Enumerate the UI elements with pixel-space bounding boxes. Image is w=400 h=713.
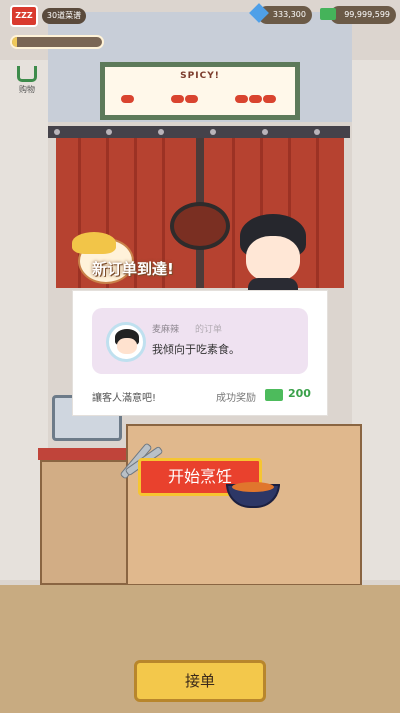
- chili-icon: [263, 95, 276, 103]
- order-request: 我倾向于吃素食。: [152, 343, 240, 356]
- chili-icon: [249, 95, 262, 103]
- order-owner-label: 的订单: [195, 325, 223, 335]
- recipe-count[interactable]: 30道菜谱: [42, 8, 86, 24]
- shop-label: 购物: [19, 85, 35, 94]
- cash-icon: [265, 389, 283, 401]
- wok-icon: [170, 202, 230, 250]
- spicy-sign: SPICY!: [100, 62, 300, 120]
- chili-icon: [171, 95, 184, 103]
- chili-icon: [235, 95, 248, 103]
- reward-label: 成功奖励: [216, 393, 256, 404]
- shop-button[interactable]: 购物: [14, 62, 40, 98]
- sign-title: SPICY!: [180, 71, 220, 81]
- chili-icon: [121, 95, 134, 103]
- satisfy-hint: 讓客人滿意吧!: [92, 393, 157, 404]
- shop-basket-icon: [17, 66, 37, 82]
- experience-bar: [10, 35, 104, 49]
- experience-fill: [12, 37, 17, 47]
- new-order-banner: 新订单到達!: [92, 260, 174, 278]
- customer-name: 麦麻辣: [152, 325, 180, 335]
- money-counter[interactable]: 99,999,599: [330, 6, 396, 24]
- chili-icon: [185, 95, 198, 103]
- customer-avatar: [106, 322, 146, 362]
- reward-value: 200: [288, 387, 311, 400]
- accept-order-button[interactable]: 接单: [134, 660, 266, 702]
- cash-icon: [320, 8, 336, 20]
- level-badge[interactable]: ZZZ: [10, 5, 38, 27]
- curtain-rail: [48, 126, 350, 138]
- hotpot-icon: [226, 476, 280, 510]
- customer-character[interactable]: [232, 210, 314, 296]
